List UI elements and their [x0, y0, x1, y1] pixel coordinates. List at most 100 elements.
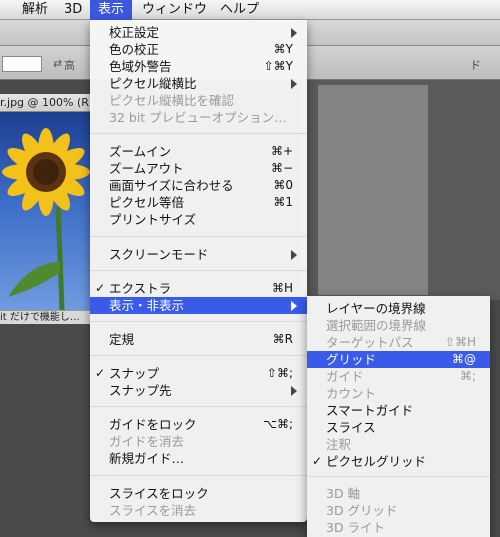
menu-item-label: 画面サイズに合わせる — [109, 178, 234, 193]
view-menu-item-0-1[interactable]: 色の校正 ⌘Y — [90, 41, 307, 58]
view-menu-item-0-4: ピクセル縦横比を確認 — [90, 92, 307, 109]
status-text: it だけで機能し… — [0, 312, 80, 323]
menu-item-label: スライスをロック — [109, 486, 209, 501]
show-submenu-item-1-2: 3D ライト — [307, 519, 490, 536]
view-menu-item-0-0[interactable]: 校正設定 — [90, 24, 307, 41]
options-right-label: ド — [470, 59, 481, 72]
menu-item-label: スナップ — [109, 366, 160, 381]
menu-separator — [90, 270, 307, 271]
menu-item-label: エクストラ — [109, 281, 172, 296]
submenu-arrow-icon — [291, 250, 297, 260]
menu-separator — [90, 321, 307, 322]
view-menu-item-2-0[interactable]: スクリーンモード — [90, 246, 307, 263]
view-menu-item-3-1[interactable]: 表示・非表示 — [90, 297, 307, 314]
show-submenu-item-0-7[interactable]: スライス — [307, 419, 490, 436]
menu-item-label: グリッド — [326, 352, 377, 367]
menu-item-label: スライス — [326, 420, 376, 435]
view-menu-item-6-2[interactable]: 新規ガイド… — [90, 450, 307, 467]
view-menu-item-5-0[interactable]: ✓ スナップ ⇧⌘; — [90, 365, 307, 382]
show-submenu-item-0-9[interactable]: ✓ ピクセルグリッド — [307, 453, 490, 470]
menu-analysis[interactable]: 解析 — [14, 0, 56, 20]
menu-item-label: ピクセル縦横比を確認 — [109, 93, 235, 108]
checkmark-icon: ✓ — [95, 281, 106, 295]
menu-item-label: 3D グリッド — [326, 503, 398, 518]
document-tab[interactable]: r.jpg @ 100% (R — [0, 94, 92, 112]
menu-separator — [90, 355, 307, 356]
menu-item-label: 色域外警告 — [109, 59, 172, 74]
view-menu-item-0-3[interactable]: ピクセル縦横比 — [90, 75, 307, 92]
menu-item-label: スライスを消去 — [109, 503, 197, 518]
menu-item-label: 注釈 — [326, 437, 352, 452]
show-submenu-item-0-3[interactable]: グリッド ⌘@ — [307, 351, 490, 368]
submenu-arrow-icon — [291, 301, 297, 311]
menu-item-shortcut: ⌘1 — [273, 195, 293, 209]
menu-item-shortcut: ⌘; — [459, 369, 476, 383]
show-submenu-item-0-0[interactable]: レイヤーの境界線 — [307, 300, 490, 317]
view-menu-item-1-4[interactable]: プリントサイズ — [90, 211, 307, 228]
menu-item-label: 色の校正 — [109, 42, 160, 57]
menu-separator — [90, 475, 307, 476]
menu-item-shortcut: ⌘+ — [270, 144, 293, 158]
view-menu-item-6-0[interactable]: ガイドをロック ⌥⌘; — [90, 416, 307, 433]
menu-item-label: ピクセル縦横比 — [109, 76, 197, 91]
menu-help[interactable]: ヘルプ — [212, 0, 267, 20]
show-submenu-item-0-2: ターゲットパス ⇧⌘H — [307, 334, 490, 351]
view-menu-item-1-0[interactable]: ズームイン ⌘+ — [90, 143, 307, 160]
menu-item-label: 3D 軸 — [326, 486, 361, 501]
menu-item-shortcut: ⌘R — [272, 332, 293, 346]
menu-item-label: 定規 — [109, 332, 135, 347]
menu-item-label: 校正設定 — [109, 25, 160, 40]
menu-item-label: 32 bit プレビューオプション… — [109, 110, 287, 125]
menu-item-label: 3D ライト — [326, 520, 386, 535]
menu-item-label: プリントサイズ — [109, 212, 197, 227]
view-menu-item-5-1[interactable]: スナップ先 — [90, 382, 307, 399]
view-menu-item-6-1: ガイドを消去 — [90, 433, 307, 450]
menu-3d[interactable]: 3D — [56, 0, 90, 20]
menu-item-label: スナップ先 — [109, 383, 172, 398]
menu-item-label: ズームイン — [109, 144, 172, 159]
menu-item-label: カウント — [326, 386, 377, 401]
checkmark-icon: ✓ — [312, 454, 323, 468]
status-bar: it だけで機能し… — [0, 310, 90, 324]
view-menu-item-1-1[interactable]: ズームアウト ⌘− — [90, 160, 307, 177]
view-menu-item-0-2[interactable]: 色域外警告 ⇧⌘Y — [90, 58, 307, 75]
menu-separator — [90, 133, 307, 134]
view-menu-item-0-5: 32 bit プレビューオプション… — [90, 109, 307, 126]
menu-separator — [307, 476, 490, 477]
menu-item-shortcut: ⌥⌘; — [263, 417, 293, 431]
sunflower-image — [2, 128, 90, 310]
menu-item-shortcut: ⇧⌘; — [266, 366, 293, 380]
submenu-arrow-icon — [291, 28, 297, 38]
menu-item-label: ズームアウト — [109, 161, 184, 176]
menu-separator — [90, 406, 307, 407]
menu-item-label: ピクセル等倍 — [109, 195, 185, 210]
submenu-arrow-icon — [291, 79, 297, 89]
menu-item-label: ピクセルグリッド — [326, 454, 427, 469]
view-menu-item-1-3[interactable]: ピクセル等倍 ⌘1 — [90, 194, 307, 211]
options-input[interactable] — [2, 56, 42, 72]
show-submenu-item-0-6[interactable]: スマートガイド — [307, 402, 490, 419]
show-submenu-item-0-5: カウント — [307, 385, 490, 402]
show-submenu-item-0-4: ガイド ⌘; — [307, 368, 490, 385]
menu-item-shortcut: ⌘0 — [273, 178, 293, 192]
menu-item-shortcut: ⇧⌘H — [444, 335, 476, 349]
menu-bar: 解析 3D 表示 ウィンドウ ヘルプ — [0, 0, 500, 20]
view-menu-item-4-0[interactable]: 定規 ⌘R — [90, 331, 307, 348]
menu-item-label: 表示・非表示 — [109, 298, 185, 313]
show-submenu-item-0-1: 選択範囲の境界線 — [307, 317, 490, 334]
document-canvas[interactable] — [0, 112, 90, 310]
menu-item-label: ターゲットパス — [326, 335, 414, 350]
menu-item-label: ガイドを消去 — [109, 434, 185, 449]
view-menu-item-1-2[interactable]: 画面サイズに合わせる ⌘0 — [90, 177, 307, 194]
view-menu-item-3-0[interactable]: ✓ エクストラ ⌘H — [90, 280, 307, 297]
view-menu-item-7-0[interactable]: スライスをロック — [90, 485, 307, 502]
menu-item-label: レイヤーの境界線 — [326, 301, 426, 316]
menu-item-shortcut: ⇧⌘Y — [263, 59, 293, 73]
menu-window[interactable]: ウィンドウ — [134, 0, 215, 20]
swap-icon[interactable]: ⇄ — [53, 57, 62, 70]
document-title: r.jpg @ 100% (R — [0, 96, 89, 109]
menu-item-label: ガイド — [326, 369, 364, 384]
menu-view[interactable]: 表示 — [90, 0, 133, 20]
view-menu-item-7-1: スライスを消去 — [90, 502, 307, 519]
show-submenu-item-0-8: 注釈 — [307, 436, 490, 453]
